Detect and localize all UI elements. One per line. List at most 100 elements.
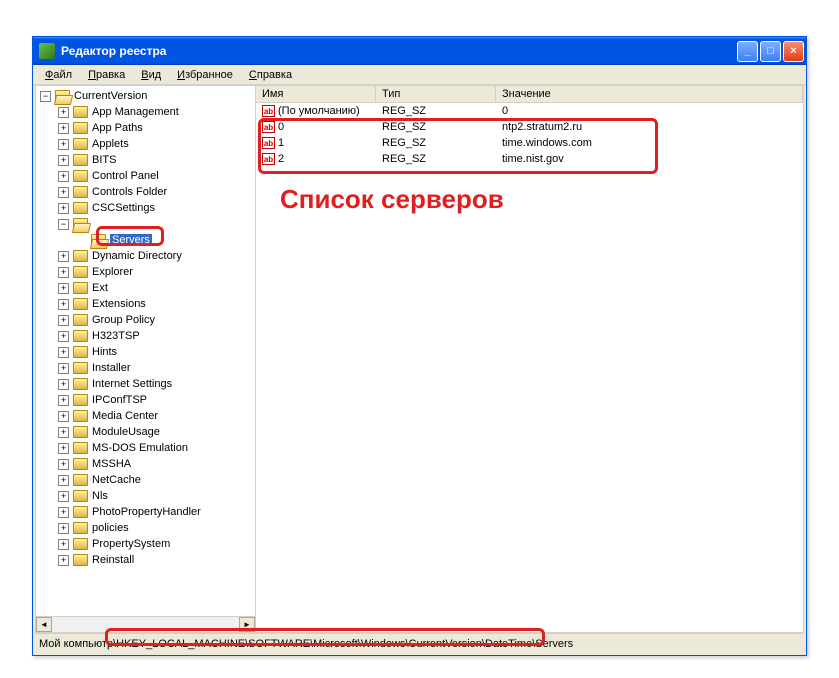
tree-label[interactable]: Nls [92, 490, 108, 502]
tree-label[interactable]: Controls Folder [92, 186, 167, 198]
expand-icon[interactable]: + [58, 251, 69, 262]
tree-node[interactable]: +Applets [40, 136, 255, 152]
tree-label[interactable]: MS-DOS Emulation [92, 442, 188, 454]
menu-file[interactable]: Файл [37, 67, 80, 83]
expand-icon[interactable]: + [58, 443, 69, 454]
tree-node[interactable]: + ModuleUsage [40, 424, 255, 440]
registry-tree[interactable]: − CurrentVersion + App Management +App Pat… [36, 86, 255, 616]
tree-pane[interactable]: − CurrentVersion + App Management +App Pat… [36, 86, 256, 632]
scroll-right-button[interactable]: ► [239, 617, 255, 632]
tree-node[interactable]: +Reinstall [40, 552, 255, 568]
expand-icon[interactable]: + [58, 459, 69, 470]
close-button[interactable]: × [783, 41, 804, 62]
tree-node[interactable]: + MSSHA [40, 456, 255, 472]
tree-node[interactable]: + PhotoPropertyHandler [40, 504, 255, 520]
tree-node[interactable]: + H323TSP [40, 328, 255, 344]
tree-label[interactable]: Dynamic Directory [92, 250, 182, 262]
expand-icon[interactable]: + [58, 507, 69, 518]
table-row[interactable]: ab2REG_SZtime.nist.gov [256, 151, 803, 167]
expand-icon[interactable]: + [58, 427, 69, 438]
tree-node[interactable]: + Nls [40, 488, 255, 504]
expand-icon[interactable]: + [58, 347, 69, 358]
expand-icon[interactable]: + [58, 363, 69, 374]
expand-icon[interactable]: + [58, 203, 69, 214]
tree-node[interactable]: + Control Panel [40, 168, 255, 184]
menu-help[interactable]: Справка [241, 67, 300, 83]
expand-icon[interactable]: + [58, 555, 69, 566]
tree-node[interactable]: +App Paths [40, 120, 255, 136]
tree-label[interactable]: Control Panel [92, 170, 159, 182]
tree-node[interactable]: + Explorer [40, 264, 255, 280]
expand-icon[interactable]: + [58, 315, 69, 326]
expand-icon[interactable]: + [58, 171, 69, 182]
titlebar[interactable]: Редактор реестра _ □ × [33, 37, 806, 65]
expand-icon[interactable]: + [58, 299, 69, 310]
tree-label[interactable]: Explorer [92, 266, 133, 278]
expand-icon[interactable]: + [58, 139, 69, 150]
tree-node[interactable]: +policies [40, 520, 255, 536]
tree-label[interactable]: NetCache [92, 474, 141, 486]
table-row[interactable]: ab1REG_SZtime.windows.com [256, 135, 803, 151]
tree-node-root[interactable]: − CurrentVersion [40, 88, 255, 104]
tree-node[interactable]: + Hints [40, 344, 255, 360]
tree-node[interactable]: + Controls Folder [40, 184, 255, 200]
expand-icon[interactable]: − [40, 91, 51, 102]
col-type[interactable]: Тип [376, 86, 496, 102]
tree-node[interactable]: + IPConfTSP [40, 392, 255, 408]
tree-node[interactable]: + Media Center [40, 408, 255, 424]
tree-node[interactable]: + MS-DOS Emulation [40, 440, 255, 456]
expand-icon[interactable]: + [58, 331, 69, 342]
tree-label[interactable]: App Management [92, 106, 179, 118]
tree-node[interactable]: +BITS [40, 152, 255, 168]
tree-label[interactable]: Ext [92, 282, 108, 294]
expand-icon[interactable]: + [58, 123, 69, 134]
tree-label-selected[interactable]: Servers [110, 234, 152, 246]
tree-label[interactable]: Extensions [92, 298, 146, 310]
tree-label[interactable]: Installer [92, 362, 131, 374]
scroll-track[interactable] [52, 617, 239, 632]
values-pane[interactable]: Имя Тип Значение ab(По умолчанию) REG_SZ… [256, 86, 803, 632]
col-name[interactable]: Имя [256, 86, 376, 102]
tree-label[interactable]: Internet Settings [92, 378, 172, 390]
tree-label[interactable]: policies [92, 522, 129, 534]
expand-icon[interactable]: + [58, 187, 69, 198]
expand-icon[interactable]: + [58, 107, 69, 118]
scroll-left-button[interactable]: ◄ [36, 617, 52, 632]
menu-favorites[interactable]: Избранное [169, 67, 241, 83]
tree-node-servers[interactable]: Servers [40, 232, 255, 248]
tree-label[interactable]: Media Center [92, 410, 158, 422]
tree-node[interactable]: + Dynamic Directory [40, 248, 255, 264]
tree-label[interactable]: PhotoPropertyHandler [92, 506, 201, 518]
tree-node[interactable]: + PropertySystem [40, 536, 255, 552]
expand-icon[interactable]: − [58, 219, 69, 230]
tree-label[interactable]: MSSHA [92, 458, 131, 470]
expand-icon[interactable]: + [58, 411, 69, 422]
maximize-button[interactable]: □ [760, 41, 781, 62]
tree-node[interactable]: + Installer [40, 360, 255, 376]
expand-icon[interactable]: + [58, 539, 69, 550]
table-row[interactable]: ab0REG_SZntp2.stratum2.ru [256, 119, 803, 135]
tree-label[interactable]: IPConfTSP [92, 394, 147, 406]
table-row-default[interactable]: ab(По умолчанию) REG_SZ 0 [256, 103, 803, 119]
menu-view[interactable]: Вид [133, 67, 169, 83]
tree-node[interactable]: +NetCache [40, 472, 255, 488]
expand-icon[interactable]: + [58, 379, 69, 390]
tree-node[interactable]: +Ext [40, 280, 255, 296]
col-value[interactable]: Значение [496, 86, 803, 102]
expand-icon[interactable]: + [58, 155, 69, 166]
tree-label[interactable]: CSCSettings [92, 202, 155, 214]
expand-icon[interactable]: + [58, 491, 69, 502]
tree-node-datetime[interactable]: − [40, 216, 255, 232]
minimize-button[interactable]: _ [737, 41, 758, 62]
horizontal-scrollbar[interactable]: ◄ ► [36, 616, 255, 632]
tree-label[interactable]: Hints [92, 346, 117, 358]
tree-label[interactable]: H323TSP [92, 330, 140, 342]
tree-label[interactable]: ModuleUsage [92, 426, 160, 438]
tree-node[interactable]: + App Management [40, 104, 255, 120]
tree-label[interactable]: PropertySystem [92, 538, 170, 550]
tree-node[interactable]: + Extensions [40, 296, 255, 312]
expand-icon[interactable]: + [58, 267, 69, 278]
expand-icon[interactable]: + [58, 395, 69, 406]
tree-label[interactable]: Group Policy [92, 314, 155, 326]
menu-edit[interactable]: Правка [80, 67, 133, 83]
